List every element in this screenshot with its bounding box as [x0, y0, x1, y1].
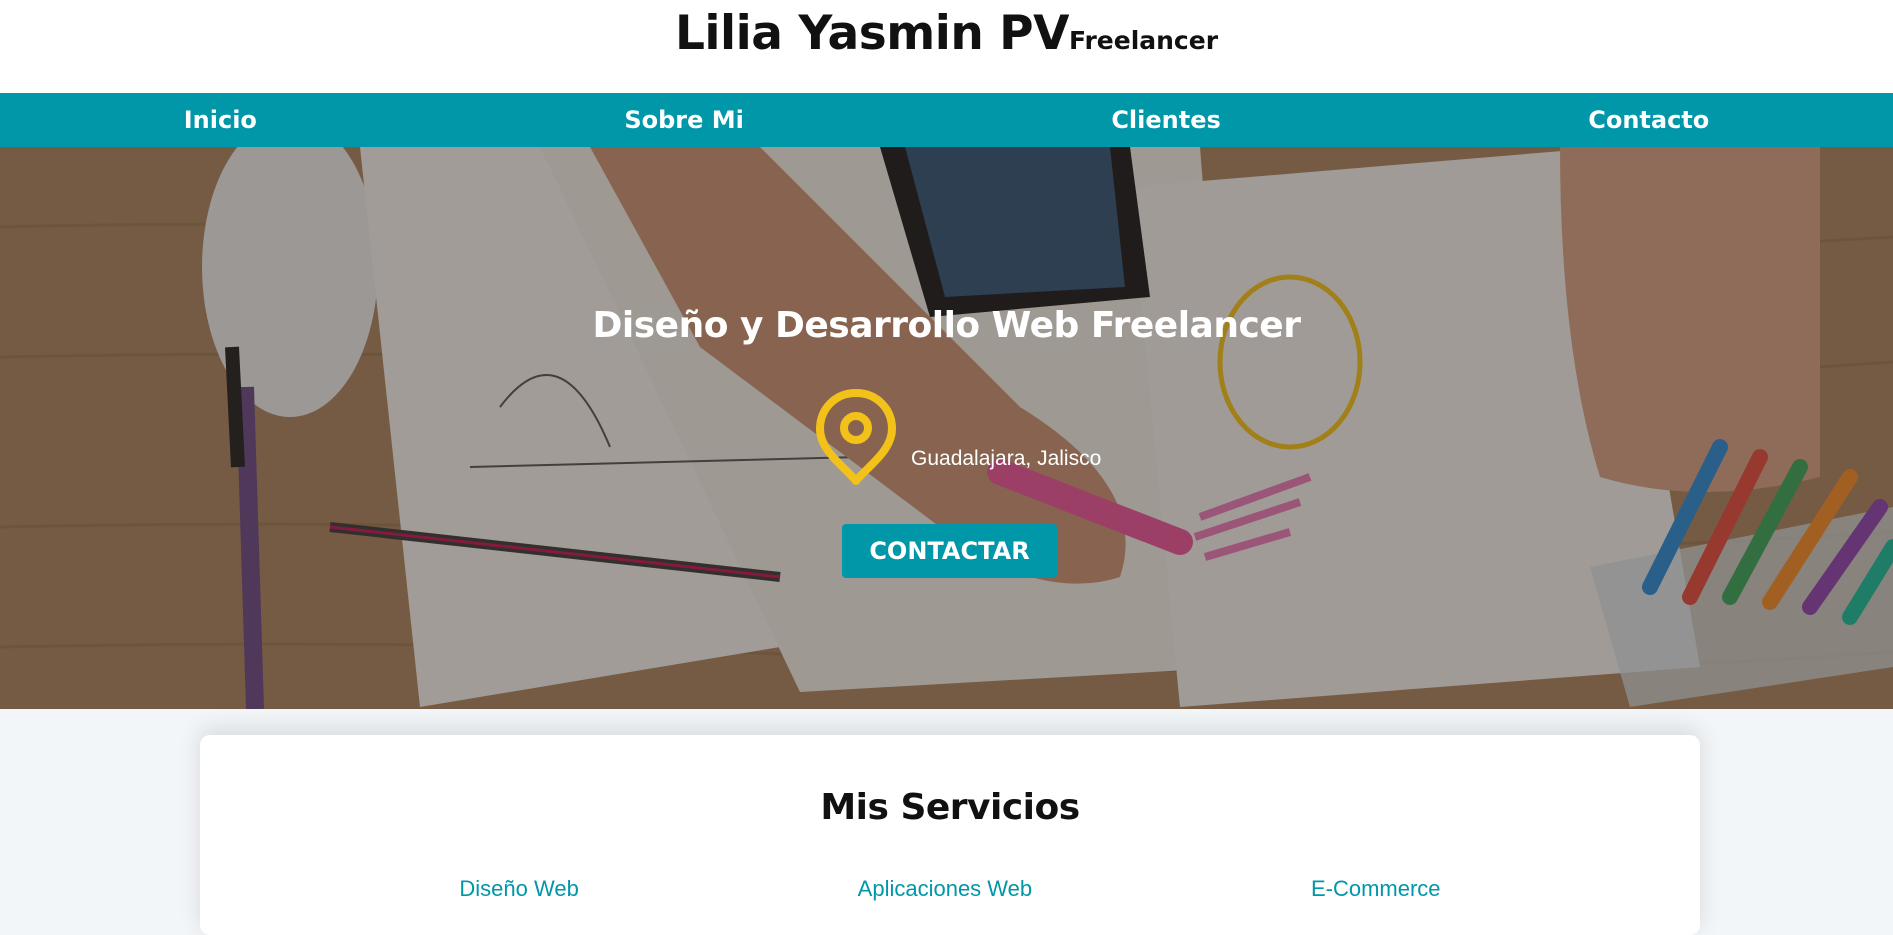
site-title: Lilia Yasmin PV — [674, 6, 1070, 61]
nav-item-inicio[interactable]: Inicio — [184, 106, 257, 134]
location-text: Guadalajara, Jalisco — [911, 447, 1102, 470]
nav-item-sobre-mi[interactable]: Sobre Mi — [624, 106, 744, 134]
contact-button[interactable]: CONTACTAR — [842, 524, 1057, 578]
hero-content: Diseño y Desarrollo Web Freelancer Guada… — [0, 147, 1893, 709]
hero-title: Diseño y Desarrollo Web Freelancer — [592, 305, 1301, 346]
nav-item-clientes[interactable]: Clientes — [1111, 106, 1220, 134]
hero-section: Diseño y Desarrollo Web Freelancer Guada… — [0, 147, 1893, 709]
services-title: Mis Servicios — [820, 787, 1080, 828]
main-nav: Inicio Sobre Mi Clientes Contacto — [0, 93, 1893, 147]
service-link-e-commerce[interactable]: E-Commerce — [1311, 876, 1441, 902]
services-list: Diseño Web Aplicaciones Web E-Commerce — [200, 876, 1700, 902]
site-header: Lilia Yasmin PVFreelancer — [0, 0, 1893, 93]
service-link-diseno-web[interactable]: Diseño Web — [459, 876, 578, 902]
location-block: Guadalajara, Jalisco — [815, 385, 1101, 485]
services-card: Mis Servicios Diseño Web Aplicaciones We… — [200, 735, 1700, 935]
nav-item-contacto[interactable]: Contacto — [1588, 106, 1709, 134]
site-subtitle: Freelancer — [1068, 26, 1219, 55]
service-link-aplicaciones-web[interactable]: Aplicaciones Web — [858, 876, 1032, 902]
site-brand: Lilia Yasmin PVFreelancer — [675, 6, 1218, 69]
map-pin-icon — [815, 389, 897, 485]
